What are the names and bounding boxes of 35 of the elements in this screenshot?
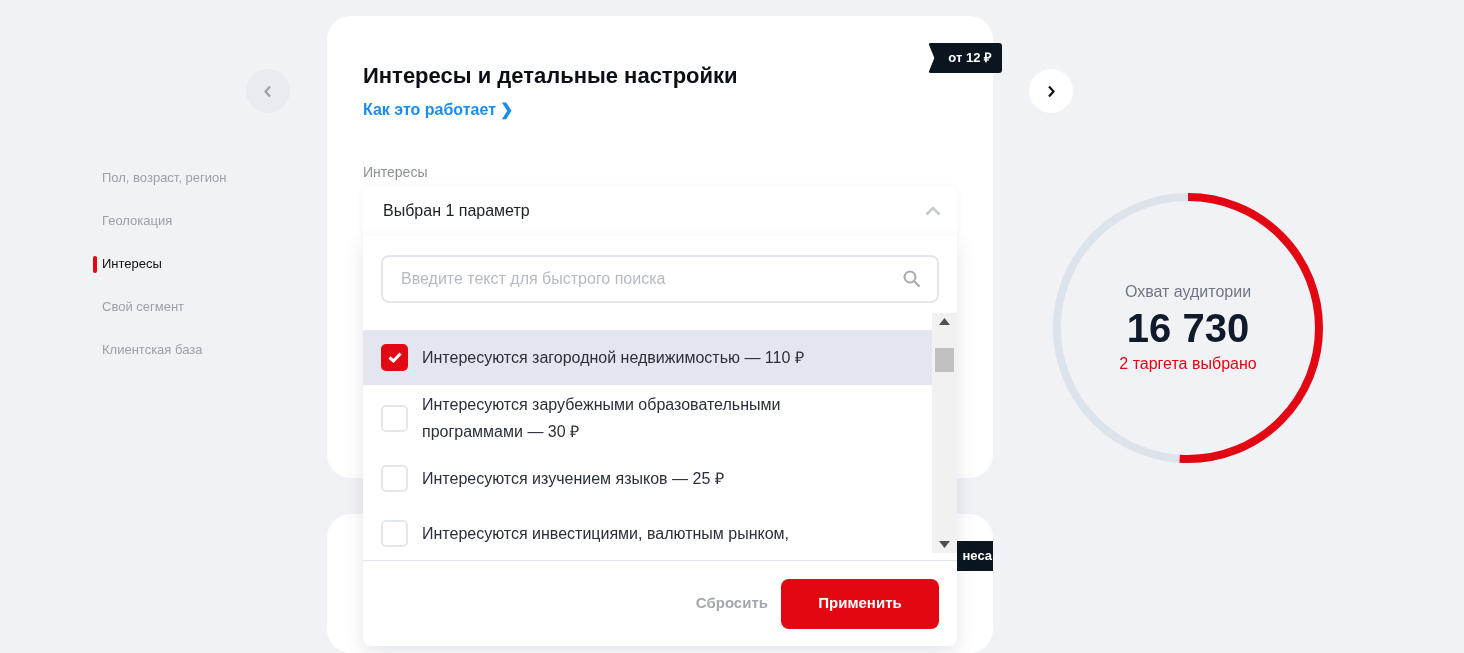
option-label: Интересуются инвестициями, валютным рынком, (422, 524, 789, 544)
checkbox[interactable] (381, 344, 408, 371)
apply-button[interactable]: Применить (781, 578, 939, 629)
check-icon (387, 352, 402, 363)
chevron-icon (1047, 84, 1055, 98)
reach-value: 16 730 (1126, 305, 1250, 352)
how-it-works-link[interactable]: Как это работает ❯ (363, 101, 514, 118)
active-marker (93, 255, 97, 273)
search-icon (903, 270, 921, 288)
option-label: Интересуются загородной недвижимостью — 110 ₽ (422, 348, 804, 368)
scrollbar[interactable] (932, 313, 957, 553)
option-row[interactable]: Интересуются изучением языков — 25 ₽ (363, 451, 932, 506)
targets-count: 2 таргета выбрано (1119, 354, 1257, 374)
scroll-up-icon[interactable] (939, 318, 950, 325)
sidebar-item[interactable]: Интересы (102, 254, 162, 274)
scroll-down-icon[interactable] (939, 541, 950, 548)
search-input[interactable]: Введите текст для быстрого поиска (401, 267, 903, 291)
next-button[interactable] (1029, 69, 1073, 113)
reach-label: Охват аудитории (1124, 282, 1252, 302)
field-label: Интересы (363, 164, 429, 180)
price-badge: от 12 ₽ (928, 43, 1002, 73)
interests-dropdown[interactable]: Выбран 1 параметр (363, 186, 957, 236)
option-label: Интересуются изучением языков — 25 ₽ (422, 469, 724, 489)
card-title: Интересы и детальные настройки (363, 62, 739, 90)
checkbox[interactable] (381, 520, 408, 547)
search-field[interactable]: Введите текст для быстрого поиска (381, 255, 939, 303)
option-row[interactable]: Интересуются инвестициями, валютным рынком, (363, 506, 932, 560)
chevron-icon (264, 84, 272, 98)
caret-icon (925, 206, 941, 216)
checkbox[interactable] (381, 465, 408, 492)
checkbox[interactable] (381, 404, 408, 432)
option-label: Интересуются зарубежными образовательными программами — 30 ₽ (422, 395, 782, 442)
option-row[interactable]: Интересуются зарубежными образовательными программами — 30 ₽ (363, 385, 932, 451)
scrollbar-thumb[interactable] (935, 348, 954, 372)
option-row[interactable]: Интересуются загородной недвижимостью — 110 ₽ (363, 330, 932, 385)
